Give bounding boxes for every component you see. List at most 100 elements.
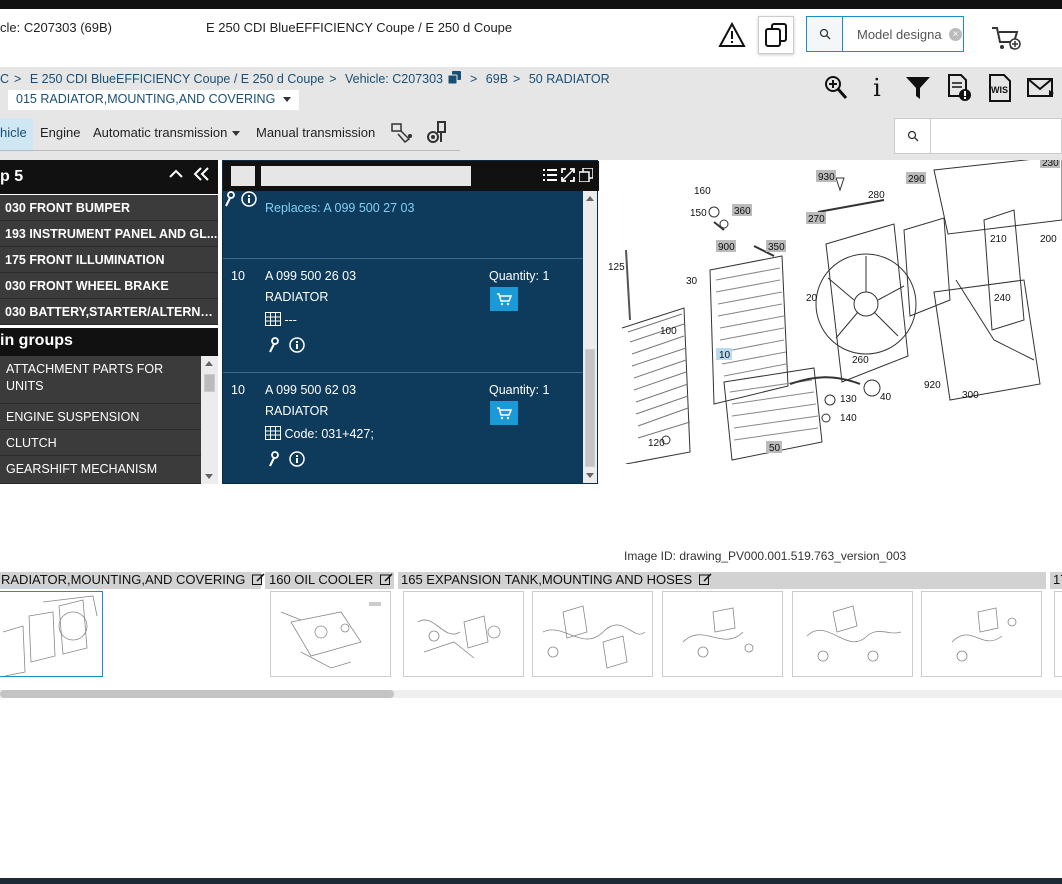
groups-scrollbar[interactable] [201, 356, 218, 484]
scroll-up-icon[interactable] [205, 361, 213, 366]
bottom-frame-bar [0, 878, 1062, 884]
thumbnail[interactable] [0, 591, 103, 677]
thumbnail[interactable] [532, 591, 653, 677]
clear-icon[interactable]: × [949, 28, 962, 41]
svg-text:300: 300 [962, 390, 979, 401]
wrench-icon[interactable] [223, 191, 237, 207]
thumbnail-group-label[interactable]: 160 OIL COOLER [268, 572, 398, 589]
tab-automatic-transmission[interactable]: Automatic transmission [93, 118, 241, 152]
thumbnail[interactable] [921, 591, 1042, 677]
tab-vehicle[interactable]: hicle [0, 118, 33, 152]
info-circle-icon[interactable] [289, 451, 305, 467]
thumbnail[interactable] [792, 591, 913, 677]
thumbnail[interactable] [1054, 591, 1062, 677]
list-item[interactable]: 030 FRONT BUMPER [0, 195, 218, 221]
svg-text:120: 120 [648, 438, 665, 449]
parts-scrollbar[interactable] [583, 191, 597, 483]
scroll-thumb[interactable] [585, 349, 595, 467]
expand-icon[interactable] [561, 168, 575, 182]
part-number: A 099 500 62 03 [265, 383, 357, 397]
search-input[interactable]: Model designa [843, 17, 949, 51]
add-to-cart-button[interactable] [490, 401, 518, 425]
part-code: Code: 031+427; [265, 426, 374, 441]
wrench-icon[interactable] [267, 337, 281, 353]
tab-engine[interactable]: Engine [40, 118, 80, 152]
table-icon [265, 426, 281, 440]
copy-button[interactable] [758, 16, 794, 54]
scroll-thumb[interactable] [0, 690, 394, 698]
popout-icon[interactable] [579, 168, 593, 182]
cart-icon [497, 293, 512, 306]
svg-text:920: 920 [924, 380, 941, 391]
breadcrumb-item[interactable]: E 250 CDI BlueEFFICIENCY Coupe / E 250 d… [30, 72, 324, 86]
list-item[interactable]: 030 BATTERY,STARTER/ALTERNAT... [0, 299, 218, 325]
list-item[interactable]: 030 FRONT WHEEL BRAKE [0, 273, 218, 299]
header-model: E 250 CDI BlueEFFICIENCY Coupe / E 250 d… [206, 20, 513, 35]
thumbnail-group-label[interactable]: 165 EXPANSION TANK,MOUNTING AND HOSES [400, 572, 1050, 589]
search-icon[interactable] [895, 119, 931, 153]
breadcrumb-item[interactable]: 69B [486, 72, 508, 86]
list-item[interactable]: ATTACHMENT PARTS FOR UNITS [0, 356, 201, 404]
info-circle-icon[interactable] [241, 191, 258, 207]
thumbnail-group-label[interactable]: RADIATOR,MOUNTING,AND COVERING [0, 572, 265, 589]
recent-groups-list: 030 FRONT BUMPER 193 INSTRUMENT PANEL AN… [0, 195, 218, 325]
chevron-up-icon[interactable] [168, 166, 184, 182]
tab-manual-transmission[interactable]: Manual transmission [256, 118, 375, 152]
thumbnail-group-label[interactable]: 17 [1052, 572, 1062, 589]
header-vehicle: cle: C207303 (69B) [0, 20, 113, 35]
parts-filter-input[interactable] [261, 166, 471, 186]
scroll-thumb[interactable] [204, 374, 215, 392]
part-row[interactable]: 10 A 099 500 26 03 RADIATOR --- Quantity… [223, 258, 583, 372]
mail-icon[interactable] [1027, 74, 1055, 102]
add-to-cart-icon[interactable] [990, 24, 1022, 52]
scroll-up-icon[interactable] [586, 196, 594, 201]
breadcrumb-item[interactable]: Vehicle: C207303 [345, 72, 443, 86]
info-icon[interactable]: i [863, 74, 891, 102]
svg-text:20: 20 [806, 293, 818, 304]
collapse-left-icon[interactable] [192, 166, 210, 182]
scroll-down-icon[interactable] [586, 473, 594, 478]
edit-icon[interactable] [379, 573, 393, 585]
top-frame-bar [0, 0, 1062, 9]
parts-drawing[interactable]: 930 290 160 280 150 360 270 900 350 210 … [604, 160, 1062, 464]
warning-icon[interactable] [718, 21, 746, 48]
subgroup-select[interactable]: 015 RADIATOR,MOUNTING,AND COVERING [8, 90, 300, 110]
paint-icon[interactable] [389, 122, 415, 149]
breadcrumb-item[interactable]: 50 RADIATOR [529, 72, 610, 86]
list-item[interactable]: CLUTCH [0, 430, 201, 456]
list-item[interactable]: 175 FRONT ILLUMINATION [0, 247, 218, 273]
svg-text:150: 150 [690, 208, 707, 219]
part-position: 10 [231, 269, 245, 283]
part-row[interactable]: 10 A 099 500 62 03 RADIATOR Code: 031+42… [223, 372, 583, 483]
list-item[interactable]: ENGINE SUSPENSION [0, 404, 201, 430]
copy-vehicle-icon[interactable] [447, 71, 461, 85]
add-to-cart-button[interactable] [490, 287, 518, 311]
chevron-down-icon [232, 131, 241, 137]
svg-text:140: 140 [840, 413, 857, 424]
thumbnail[interactable] [662, 591, 783, 677]
select-all-checkbox[interactable] [231, 166, 255, 186]
model-search[interactable]: Model designa × [806, 16, 964, 52]
thumbnail-scrollbar[interactable] [0, 690, 1062, 698]
part-quantity: Quantity: 1 [489, 383, 550, 397]
search-icon[interactable] [807, 17, 843, 51]
tools-icon[interactable] [426, 120, 448, 149]
scroll-down-icon[interactable] [205, 474, 213, 479]
parts-panel: Replaces: A 099 500 27 03 10 A 099 500 2… [222, 160, 599, 484]
wrench-icon[interactable] [267, 451, 281, 467]
thumbnail[interactable] [270, 591, 391, 677]
wis-icon[interactable]: WIS [986, 74, 1014, 102]
document-alert-icon[interactable] [945, 74, 973, 102]
thumbnail[interactable] [403, 591, 524, 677]
breadcrumb-item[interactable]: C [0, 72, 9, 86]
list-item[interactable]: 193 INSTRUMENT PANEL AND GL... [0, 221, 218, 247]
filter-icon[interactable] [904, 74, 932, 102]
list-view-icon[interactable] [543, 168, 557, 182]
svg-text:270: 270 [808, 214, 825, 225]
edit-icon[interactable] [252, 573, 265, 585]
info-circle-icon[interactable] [289, 337, 305, 353]
parts-search[interactable] [894, 118, 1062, 154]
list-item[interactable]: GEARSHIFT MECHANISM [0, 456, 201, 484]
zoom-icon[interactable] [822, 74, 850, 102]
edit-icon[interactable] [698, 573, 712, 585]
